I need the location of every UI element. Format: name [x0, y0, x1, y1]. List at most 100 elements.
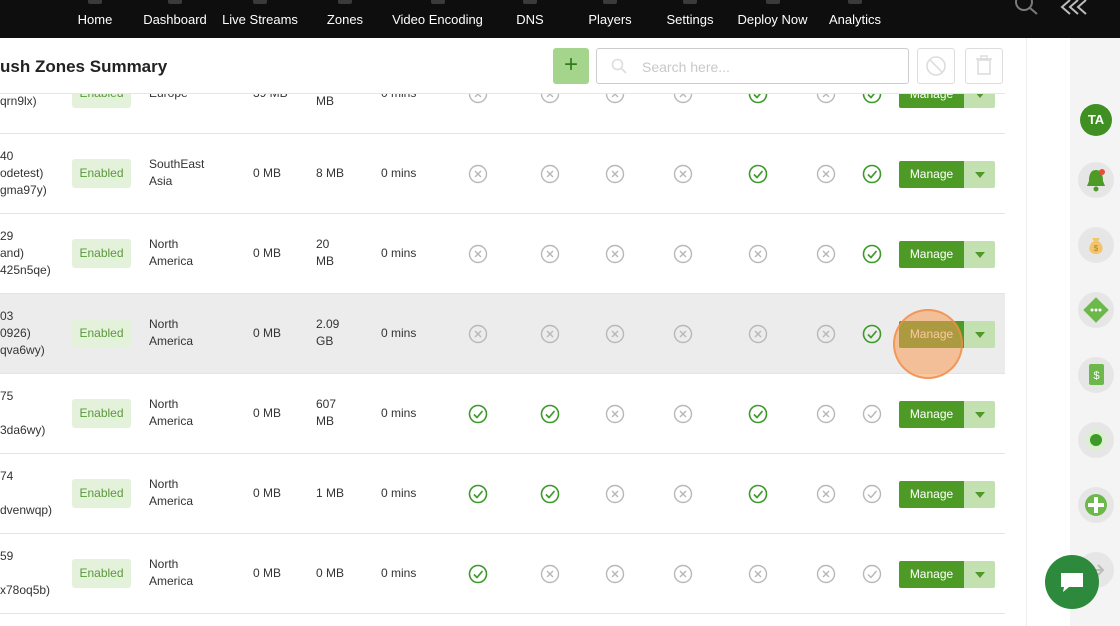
top-navigation: Home Dashboard Live Streams Zones Video …	[0, 0, 1120, 38]
x-circle-icon	[605, 404, 625, 424]
check-circle-icon	[862, 244, 882, 264]
nav-dashboard[interactable]: Dashboard	[140, 0, 210, 38]
search-input[interactable]: Search here...	[596, 48, 909, 84]
table-row: 74 dvenwqp) Enabled North America 0 MB 1 MB 0…	[0, 454, 1005, 534]
x-circle-icon	[816, 404, 836, 424]
manage-dropdown-toggle[interactable]	[964, 481, 995, 508]
search-icon[interactable]	[1013, 0, 1041, 21]
manage-dropdown-toggle[interactable]	[964, 561, 995, 588]
gamepad-icon[interactable]	[1078, 487, 1114, 523]
check-circle-icon	[540, 404, 560, 424]
duration-cell: 0 mins	[381, 486, 417, 500]
page-title: ush Zones Summary	[0, 57, 168, 76]
chat-icon	[1061, 573, 1083, 592]
chat-button[interactable]	[1045, 555, 1099, 609]
x-circle-icon	[605, 164, 625, 184]
check-circle-icon	[862, 164, 882, 184]
bandwidth-cell: 0 MB	[253, 166, 282, 180]
manage-dropdown-toggle[interactable]	[964, 321, 995, 348]
zone-name: 59 x78oq5b)	[0, 549, 51, 597]
duration-cell: 0 mins	[381, 246, 417, 260]
check-circle-icon	[862, 324, 882, 344]
manage-button[interactable]: Manage	[899, 561, 964, 588]
x-circle-icon	[605, 564, 625, 584]
x-circle-icon	[540, 244, 560, 264]
x-circle-icon	[468, 324, 488, 344]
invoice-icon[interactable]: $	[1078, 357, 1114, 393]
nav-home[interactable]: Home	[70, 0, 120, 38]
disable-button[interactable]	[917, 48, 955, 84]
duration-cell: 0 mins	[381, 566, 417, 580]
check-circle-icon	[468, 564, 488, 584]
zone-name: 40 odetest) gma97y)	[0, 149, 47, 197]
manage-button[interactable]: Manage	[899, 481, 964, 508]
x-circle-icon	[816, 324, 836, 344]
check-circle-icon	[468, 484, 488, 504]
region-cell: North America	[149, 397, 194, 428]
record-icon[interactable]	[1078, 422, 1114, 458]
analytics-icon	[848, 0, 862, 4]
globe-icon	[523, 0, 537, 4]
nav-video-encoding[interactable]: Video Encoding	[390, 0, 485, 38]
x-circle-icon	[816, 164, 836, 184]
manage-button[interactable]: Manage	[899, 161, 964, 188]
status-badge: Enabled	[72, 159, 131, 188]
scroll-divider	[1026, 38, 1027, 626]
region-cell: North America	[149, 557, 194, 588]
nav-analytics[interactable]: Analytics	[825, 0, 885, 38]
nav-players[interactable]: Players	[580, 0, 640, 38]
status-badge: Enabled	[72, 399, 131, 428]
zones-icon	[338, 0, 352, 4]
nav-deploy-now[interactable]: Deploy Now	[735, 0, 810, 38]
double-chevron-left-icon[interactable]	[1058, 0, 1088, 21]
manage-button[interactable]: Manage	[899, 241, 964, 268]
bandwidth-cell: 0 MB	[253, 326, 282, 340]
settings-icon	[683, 0, 697, 4]
table-row: 03 0926) qva6wy) Enabled North America 0 MB…	[0, 294, 1005, 374]
svg-text:$: $	[1093, 370, 1099, 382]
storage-cell: 20 MB	[316, 237, 334, 268]
duration-cell: 0 mins	[381, 406, 417, 420]
x-circle-icon	[605, 484, 625, 504]
storage-cell: 1 MB	[316, 486, 345, 500]
x-circle-icon	[673, 164, 693, 184]
check-circle-icon	[748, 484, 768, 504]
delete-button[interactable]	[965, 48, 1003, 84]
manage-button[interactable]: Manage	[899, 401, 964, 428]
add-zone-button[interactable]: +	[553, 48, 589, 84]
x-circle-icon	[605, 324, 625, 344]
check-circle-icon	[468, 404, 488, 424]
status-badge: Enabled	[72, 479, 131, 508]
x-circle-icon	[816, 564, 836, 584]
status-badge: Enabled	[72, 319, 131, 348]
nav-live-streams[interactable]: Live Streams	[220, 0, 300, 38]
table-row: 29 and) 425n5qe) Enabled North America 0 MB…	[0, 214, 1005, 294]
table-row: 59 x78oq5b) Enabled North America 0 MB 0 MB 0…	[0, 534, 1005, 614]
money-bag-icon[interactable]: $	[1078, 227, 1114, 263]
dashboard-icon	[168, 0, 182, 4]
diamond-menu-icon[interactable]	[1078, 292, 1114, 328]
live-stream-icon	[253, 0, 267, 4]
zones-summary-page: ush Zones Summary + Search here... okent…	[0, 38, 1070, 626]
bandwidth-cell: 0 MB	[253, 486, 282, 500]
bell-icon[interactable]	[1078, 162, 1114, 198]
check-circle-icon	[862, 564, 882, 584]
manage-dropdown-toggle[interactable]	[964, 161, 995, 188]
manage-dropdown-toggle[interactable]	[964, 241, 995, 268]
zone-name: 03 0926) qva6wy)	[0, 309, 45, 357]
region-cell: North America	[149, 237, 194, 268]
page-header: ush Zones Summary + Search here...	[0, 38, 1005, 94]
check-circle-icon	[862, 404, 882, 424]
zone-name: 29 and) 425n5qe)	[0, 229, 51, 277]
video-encoding-icon	[430, 0, 445, 4]
x-circle-icon	[673, 404, 693, 424]
status-badge: Enabled	[72, 559, 131, 588]
bandwidth-cell: 0 MB	[253, 566, 282, 580]
nav-zones[interactable]: Zones	[320, 0, 370, 38]
status-badge: Enabled	[72, 239, 131, 268]
x-circle-icon	[605, 244, 625, 264]
avatar[interactable]: TA	[1080, 104, 1112, 136]
manage-dropdown-toggle[interactable]	[964, 401, 995, 428]
nav-dns[interactable]: DNS	[505, 0, 555, 38]
nav-settings[interactable]: Settings	[660, 0, 720, 38]
